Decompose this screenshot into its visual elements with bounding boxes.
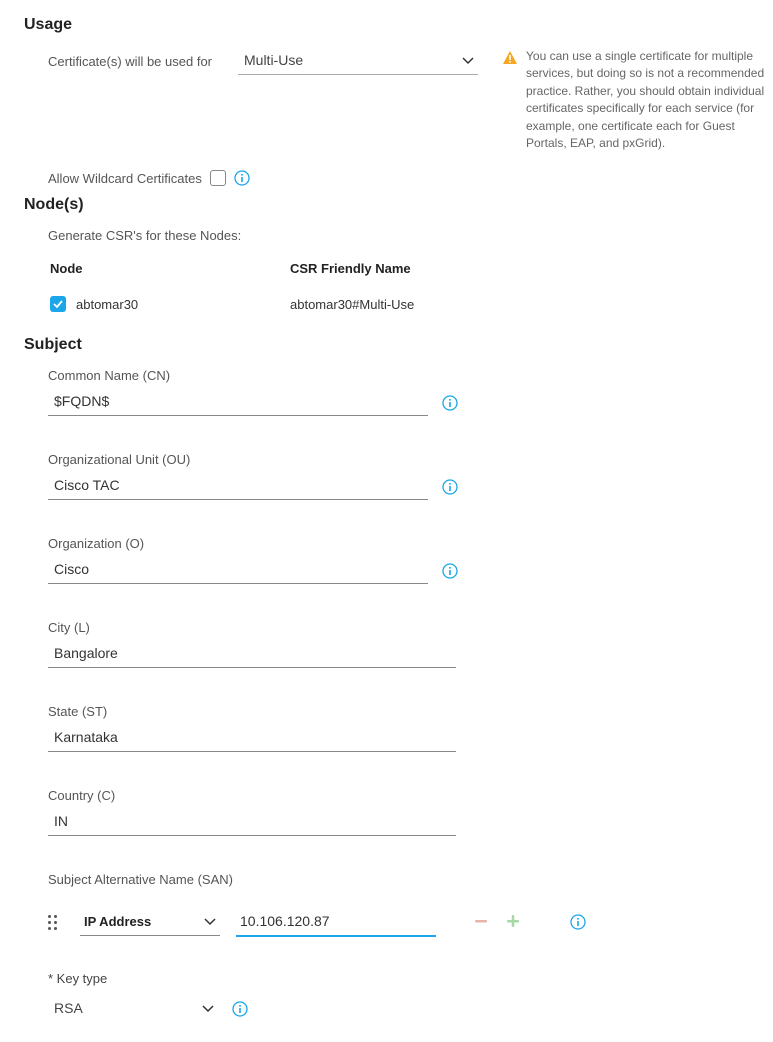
san-label: Subject Alternative Name (SAN) — [48, 872, 773, 887]
wildcard-checkbox[interactable] — [210, 170, 226, 186]
c-field[interactable] — [48, 809, 456, 836]
nodes-col-csr-header: CSR Friendly Name — [290, 261, 650, 276]
subject-heading: Subject — [24, 336, 773, 354]
wildcard-label: Allow Wildcard Certificates — [48, 171, 202, 186]
keytype-value: RSA — [54, 1000, 83, 1016]
st-field[interactable] — [48, 725, 456, 752]
node-checkbox[interactable] — [50, 296, 66, 312]
c-label: Country (C) — [48, 788, 773, 803]
ou-field[interactable] — [48, 473, 428, 500]
nodes-table: Node CSR Friendly Name abtomar30 abtomar… — [50, 261, 650, 312]
table-row: abtomar30 abtomar30#Multi-Use — [50, 296, 650, 312]
info-icon[interactable] — [570, 914, 586, 930]
l-field[interactable] — [48, 641, 456, 668]
warning-icon — [502, 50, 518, 69]
keytype-select[interactable]: RSA — [48, 996, 218, 1022]
chevron-down-icon — [462, 57, 474, 65]
nodes-heading: Node(s) — [24, 196, 773, 214]
san-ip-field[interactable] — [236, 907, 436, 937]
keytype-label: * Key type — [48, 971, 773, 986]
o-field[interactable] — [48, 557, 428, 584]
san-type-select[interactable]: IP Address — [80, 908, 220, 936]
chevron-down-icon — [204, 918, 216, 926]
l-label: City (L) — [48, 620, 773, 635]
chevron-down-icon — [202, 1005, 214, 1013]
add-san-button[interactable] — [504, 912, 522, 933]
info-icon[interactable] — [232, 1001, 248, 1017]
info-icon[interactable] — [442, 563, 458, 579]
info-icon[interactable] — [442, 395, 458, 411]
o-label: Organization (O) — [48, 536, 773, 551]
csr-friendly-name: abtomar30#Multi-Use — [290, 297, 650, 312]
usage-select[interactable]: Multi-Use — [238, 48, 478, 75]
san-type-value: IP Address — [84, 914, 151, 929]
ou-label: Organizational Unit (OU) — [48, 452, 773, 467]
nodes-desc: Generate CSR's for these Nodes: — [48, 228, 773, 243]
node-name: abtomar30 — [76, 297, 138, 312]
info-icon[interactable] — [442, 479, 458, 495]
cn-field[interactable] — [48, 389, 428, 416]
usage-select-value: Multi-Use — [244, 52, 303, 68]
cn-label: Common Name (CN) — [48, 368, 773, 383]
st-label: State (ST) — [48, 704, 773, 719]
cert-usage-label: Certificate(s) will be used for — [48, 54, 218, 69]
usage-heading: Usage — [24, 16, 773, 34]
nodes-col-node-header: Node — [50, 261, 290, 276]
drag-handle-icon[interactable] — [48, 915, 64, 930]
info-icon[interactable] — [234, 170, 250, 186]
usage-note-text: You can use a single certificate for mul… — [526, 48, 772, 152]
remove-san-button[interactable] — [472, 912, 490, 933]
